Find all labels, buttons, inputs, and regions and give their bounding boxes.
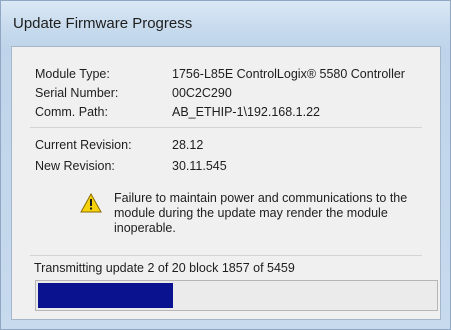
update-firmware-progress-dialog: Update Firmware Progress Module Type: 17… — [0, 0, 451, 330]
module-type-label: Module Type: — [35, 67, 110, 81]
warning-icon — [80, 193, 102, 213]
dialog-title: Update Firmware Progress — [13, 15, 193, 32]
separator — [30, 127, 422, 128]
update-progress-bar — [35, 280, 438, 311]
module-type-value: 1756-L85E ControlLogix® 5580 Controller — [172, 67, 405, 81]
warning-message: Failure to maintain power and communicat… — [114, 191, 408, 235]
current-revision-value: 28.12 — [172, 138, 204, 152]
serial-number-label: Serial Number: — [35, 86, 119, 100]
comm-path-value: AB_ETHIP-1\192.168.1.22 — [172, 105, 321, 119]
serial-number-value: 00C2C290 — [172, 86, 232, 100]
current-revision-label: Current Revision: — [35, 138, 132, 152]
separator — [30, 255, 422, 256]
new-revision-value: 30.11.545 — [172, 159, 227, 173]
progress-bar-fill — [38, 283, 173, 308]
new-revision-label: New Revision: — [35, 159, 115, 173]
transmit-status: Transmitting update 2 of 20 block 1857 o… — [34, 261, 295, 275]
dialog-content: Module Type: 1756-L85E ControlLogix® 558… — [11, 46, 441, 320]
comm-path-label: Comm. Path: — [35, 105, 108, 119]
